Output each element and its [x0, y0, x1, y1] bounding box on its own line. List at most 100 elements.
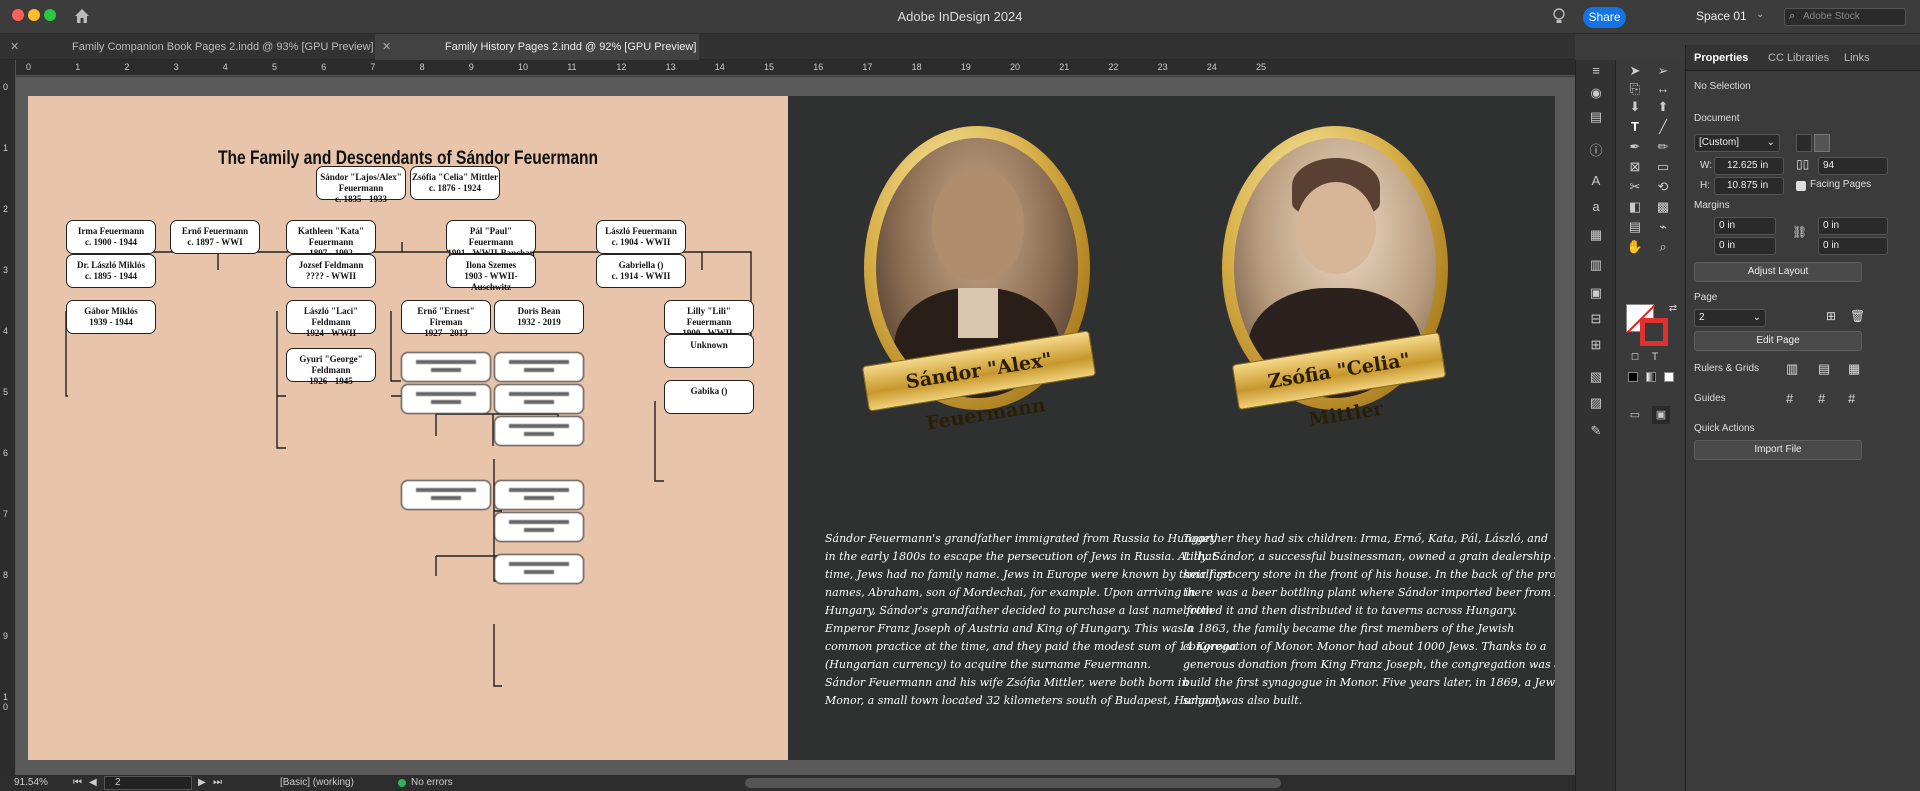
menu-icon[interactable]: ≡ [1587, 62, 1605, 80]
blurred-descendant-box[interactable] [494, 512, 584, 542]
family-member-box[interactable]: Kathleen "Kata" Feuermann 1897 - 1992 [286, 220, 376, 258]
blurred-descendant-box[interactable] [494, 416, 584, 446]
add-page-icon[interactable]: ⊞ [1826, 309, 1836, 323]
margin-bottom-field[interactable]: 0 in [1714, 237, 1776, 255]
family-member-box[interactable]: Zsófia "Celia" Mittler c. 1876 - 1924 [410, 166, 500, 200]
apply-gradient-icon[interactable] [1646, 372, 1656, 382]
preflight-profile[interactable]: [Basic] (working) [280, 777, 354, 788]
tab-family-history[interactable]: ✕ Family History Pages 2.indd @ 92% [GPU… [375, 34, 699, 60]
zoom-level[interactable]: 91.54% [14, 777, 48, 788]
family-member-box[interactable]: Ernő "Ernest" Fireman 1927 - 2013 [401, 300, 491, 338]
import-file-button[interactable]: Import File [1694, 440, 1862, 460]
lock-guides-icon[interactable]: # [1818, 391, 1825, 406]
family-member-box[interactable]: László "Laci" Feldmann 1924 - WWII [286, 300, 376, 338]
gap-tool-icon[interactable]: ↔ [1654, 80, 1672, 98]
family-member-box[interactable]: Pál "Paul" Feuermann 1901 - WWII-Banchan [446, 220, 536, 258]
next-page-icon[interactable]: ▶ [198, 777, 206, 788]
page-left[interactable]: The Family and Descendants of Sándor Feu… [28, 96, 788, 760]
prev-page-icon[interactable]: ◀ [89, 777, 97, 788]
page-number-field[interactable]: 2 [104, 776, 192, 790]
vertical-ruler[interactable]: 0 1 2 3 4 5 6 7 8 9 1 0 [0, 60, 16, 775]
note-tool-icon[interactable]: ▤ [1626, 218, 1644, 236]
family-member-box[interactable]: Dr. László Miklós c. 1895 - 1944 [66, 254, 156, 288]
blurred-descendant-box[interactable] [401, 352, 491, 382]
swatches-icon[interactable]: ▦ [1587, 226, 1605, 244]
margin-top-field[interactable]: 0 in [1714, 217, 1776, 235]
height-field[interactable]: 10.875 in [1714, 177, 1784, 195]
glyph-icon[interactable]: a [1587, 198, 1605, 216]
family-member-box[interactable]: Gyuri "George" Feldmann 1926 - 1945 [286, 348, 376, 386]
family-member-box[interactable]: Lilly "Lili" Feuermann1900 - WWII-Auschw… [664, 300, 754, 349]
formatting-text-icon[interactable]: T [1646, 348, 1664, 366]
swap-colors-icon[interactable]: ⇄ [1664, 300, 1682, 318]
blurred-descendant-box[interactable] [494, 352, 584, 382]
family-member-box[interactable]: Gabika () [664, 380, 754, 414]
pages-icon[interactable]: ▤ [1587, 108, 1605, 126]
show-guides-icon[interactable]: # [1786, 391, 1793, 406]
family-member-box[interactable]: Ernő Feuermann c. 1897 - WWI [170, 220, 260, 254]
blurred-descendant-box[interactable] [401, 384, 491, 414]
document-grid-icon[interactable]: ▦ [1848, 361, 1860, 377]
page-tool-icon[interactable]: ⎘ [1626, 80, 1644, 98]
first-page-icon[interactable]: ⏮ [73, 777, 82, 788]
tab-properties[interactable]: Properties [1694, 52, 1748, 64]
character-icon[interactable]: A [1587, 172, 1605, 190]
workspace-switcher[interactable]: Space 01 [1696, 9, 1747, 23]
apply-none-icon[interactable] [1664, 372, 1674, 382]
margin-inside-field[interactable]: 0 in [1818, 217, 1888, 235]
rectangle-frame-tool-icon[interactable]: ⊠ [1626, 158, 1644, 176]
family-member-box[interactable]: Gábor Miklós 1939 - 1944 [66, 300, 156, 334]
family-member-box[interactable]: Ilona Szemes 1903 - WWII-Auschwitz [446, 254, 536, 292]
line-tool-icon[interactable]: ╱ [1654, 118, 1672, 136]
pen-tool-icon[interactable]: ✒ [1626, 138, 1644, 156]
type-tool-icon[interactable]: T [1626, 118, 1644, 136]
width-field[interactable]: 12.625 in [1714, 157, 1784, 175]
adobe-stock-search[interactable]: ⌕ Adobe Stock [1784, 8, 1906, 26]
preflight-errors[interactable]: No errors [411, 777, 453, 788]
blurred-descendant-box[interactable] [401, 480, 491, 510]
adjust-layout-button[interactable]: Adjust Layout [1694, 262, 1862, 282]
close-icon[interactable]: ✕ [10, 34, 19, 60]
family-member-box[interactable]: Gabriella () c. 1914 - WWII [596, 254, 686, 288]
text-wrap-icon[interactable]: ▨ [1587, 394, 1605, 412]
close-icon[interactable]: ✕ [382, 34, 391, 60]
family-member-box[interactable]: Irma Feuermann c. 1900 - 1944 [66, 220, 156, 254]
family-member-box[interactable]: László Feuermann c. 1904 - WWII [596, 220, 686, 254]
horizontal-scrollbar[interactable] [745, 778, 1281, 788]
scissors-tool-icon[interactable]: ✂ [1626, 178, 1644, 196]
pages-count-field[interactable]: 94 [1818, 157, 1888, 175]
info-icon[interactable]: ⓘ [1587, 142, 1605, 160]
gradient-icon[interactable]: ▣ [1587, 284, 1605, 302]
last-page-icon[interactable]: ⏭ [213, 777, 222, 788]
tab-cc-libraries[interactable]: CC Libraries [1768, 52, 1829, 64]
share-button[interactable]: Share [1583, 7, 1626, 28]
direct-selection-tool-icon[interactable]: ➢ [1654, 62, 1672, 80]
blurred-descendant-box[interactable] [494, 480, 584, 510]
blurred-descendant-box[interactable] [494, 554, 584, 584]
align-icon[interactable]: ⊟ [1587, 310, 1605, 328]
portrait-orientation-icon[interactable] [1796, 134, 1812, 152]
family-member-box[interactable]: Unknown [664, 334, 754, 368]
margin-outside-field[interactable]: 0 in [1818, 237, 1888, 255]
family-member-box[interactable]: Sándor "Lajos/Alex" Feuermann c. 1835 - 1… [316, 166, 406, 204]
lightbulb-icon[interactable] [1552, 7, 1570, 27]
chevron-down-icon[interactable]: ⌄ [1756, 9, 1764, 20]
stroke-swatch[interactable] [1640, 318, 1668, 346]
landscape-orientation-icon[interactable] [1814, 134, 1830, 152]
tab-family-companion[interactable]: ✕ Family Companion Book Pages 2.indd @ 9… [0, 34, 374, 60]
page-right[interactable]: Sándor "Alex" Feuermann Zsófia "Celia" M… [788, 96, 1555, 760]
document-preset-select[interactable]: [Custom] ⌄ [1694, 134, 1780, 152]
hand-tool-icon[interactable]: ✋ [1626, 238, 1644, 256]
baseline-grid-icon[interactable]: ▤ [1818, 361, 1830, 377]
link-icon[interactable]: ⛓ [1792, 225, 1807, 239]
pencil-tool-icon[interactable]: ✏ [1654, 138, 1672, 156]
rulers-icon[interactable]: ▥ [1786, 361, 1798, 377]
selection-tool-icon[interactable]: ➤ [1626, 62, 1644, 80]
content-collector-icon[interactable]: ⬇ [1626, 98, 1644, 116]
page-select[interactable]: 2 ⌄ [1694, 309, 1766, 327]
eyedropper-tool-icon[interactable]: ⌁ [1654, 218, 1672, 236]
stroke-icon[interactable]: ▥ [1587, 256, 1605, 274]
family-member-box[interactable]: Jozsef Feldmann???? - WWII [286, 254, 376, 288]
gradient-feather-tool-icon[interactable]: ▩ [1654, 198, 1672, 216]
scripts-icon[interactable]: ✎ [1587, 422, 1605, 440]
